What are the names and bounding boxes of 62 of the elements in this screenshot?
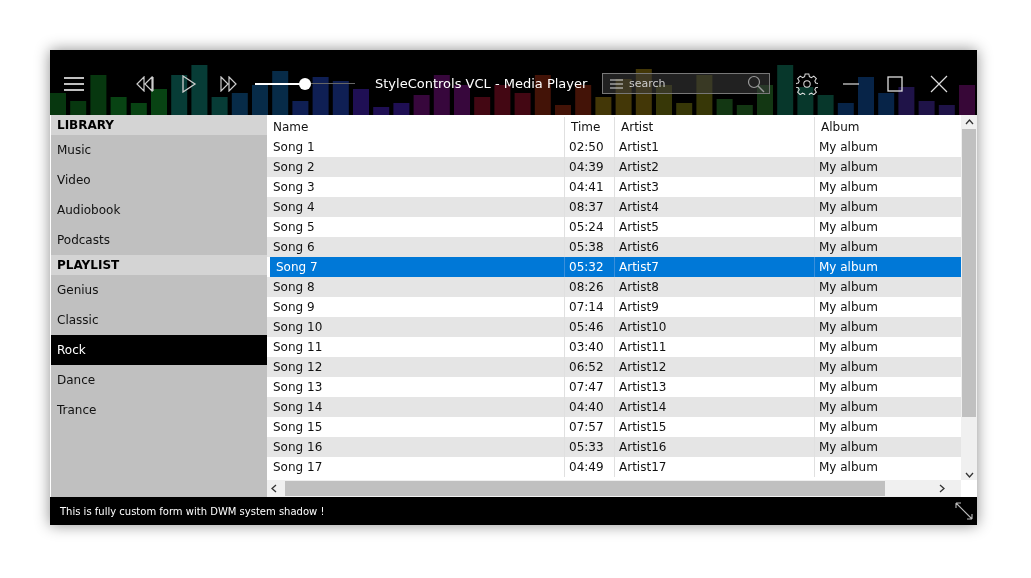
table-cell-text: My album xyxy=(818,199,879,216)
scrollbar-thumb[interactable] xyxy=(962,129,976,417)
sidebar-item[interactable]: Video xyxy=(51,165,267,195)
table-cell-text: My album xyxy=(818,159,879,176)
search-bar[interactable]: search xyxy=(602,73,770,94)
table-cell-text: My album xyxy=(818,339,879,356)
sidebar-item[interactable]: Music xyxy=(51,135,267,165)
menu-icon xyxy=(64,76,84,91)
sidebar-item[interactable]: Trance xyxy=(51,395,267,425)
table-row[interactable]: Song 12 06:52 Artist12 My album xyxy=(267,357,961,377)
table-cell: Artist17 xyxy=(615,457,815,477)
column-header[interactable]: Album xyxy=(815,117,959,137)
table-cell-text: My album xyxy=(818,299,879,316)
sidebar-item[interactable]: Audiobook xyxy=(51,195,267,225)
table-row[interactable]: Song 16 05:33 Artist16 My album xyxy=(267,437,961,457)
sidebar-item[interactable]: Dance xyxy=(51,365,267,395)
settings-icon xyxy=(796,72,818,95)
table-cell-text: My album xyxy=(818,139,879,156)
table-row[interactable]: Song 6 05:38 Artist6 My album xyxy=(267,237,961,257)
table-row[interactable]: Song 7 05:32 Artist7 My album xyxy=(270,257,961,277)
table-row[interactable]: Song 4 08:37 Artist4 My album xyxy=(267,197,961,217)
search-field[interactable]: search xyxy=(629,77,741,90)
table-cell-text: My album xyxy=(818,259,879,276)
window-title: StyleControls VCL - Media Player xyxy=(375,76,589,91)
horizontal-scrollbar[interactable] xyxy=(267,480,961,497)
table-cell-text: My album xyxy=(818,379,879,396)
minimize-icon xyxy=(843,82,859,85)
table-cell: Song 17 xyxy=(267,457,565,477)
rewind-icon xyxy=(135,75,155,92)
slider-thumb[interactable] xyxy=(299,77,311,90)
section-header: PLAYLIST xyxy=(51,255,267,275)
section-header: LIBRARY xyxy=(51,115,267,135)
table-cell-text: My album xyxy=(818,279,879,296)
table-row[interactable]: Song 14 04:40 Artist14 My album xyxy=(267,397,961,417)
close-icon xyxy=(930,74,948,93)
scrollbar-thumb[interactable] xyxy=(285,481,885,496)
sidebar-item[interactable]: Podcasts xyxy=(51,225,267,255)
table-cell-text: My album xyxy=(818,219,879,236)
play-icon xyxy=(181,74,197,93)
table-cell-text: My album xyxy=(818,399,879,416)
fast-forward-icon xyxy=(219,75,239,92)
table-cell-text: My album xyxy=(818,319,879,336)
search-icon xyxy=(747,74,765,93)
sidebar-item[interactable]: Rock xyxy=(51,335,267,365)
settings-button[interactable] xyxy=(794,70,820,97)
table-row[interactable]: Song 2 04:39 Artist2 My album xyxy=(267,157,961,177)
sidebar-item[interactable]: Genius xyxy=(51,275,267,305)
table-row[interactable]: Song 10 05:46 Artist10 My album xyxy=(267,317,961,337)
table-cell-text: My album xyxy=(818,239,879,256)
table-cell-text: My album xyxy=(818,459,879,476)
table-cell: 04:49 xyxy=(565,457,615,477)
menu-icon xyxy=(610,78,623,89)
maximize-icon xyxy=(887,75,903,92)
table-cell-text: My album xyxy=(818,439,879,456)
status-text: This is fully custom form with DWM system shadow ! xyxy=(60,505,325,517)
sidebar-item[interactable]: Classic xyxy=(51,305,267,335)
table-cell-text: My album xyxy=(818,419,879,436)
vertical-scrollbar[interactable] xyxy=(961,115,977,480)
table-cell-text: My album xyxy=(818,179,879,196)
resize-icon[interactable] xyxy=(955,502,973,520)
table-cell-text: My album xyxy=(818,359,879,376)
table-row[interactable]: Song 8 08:26 Artist8 My album xyxy=(267,277,961,297)
